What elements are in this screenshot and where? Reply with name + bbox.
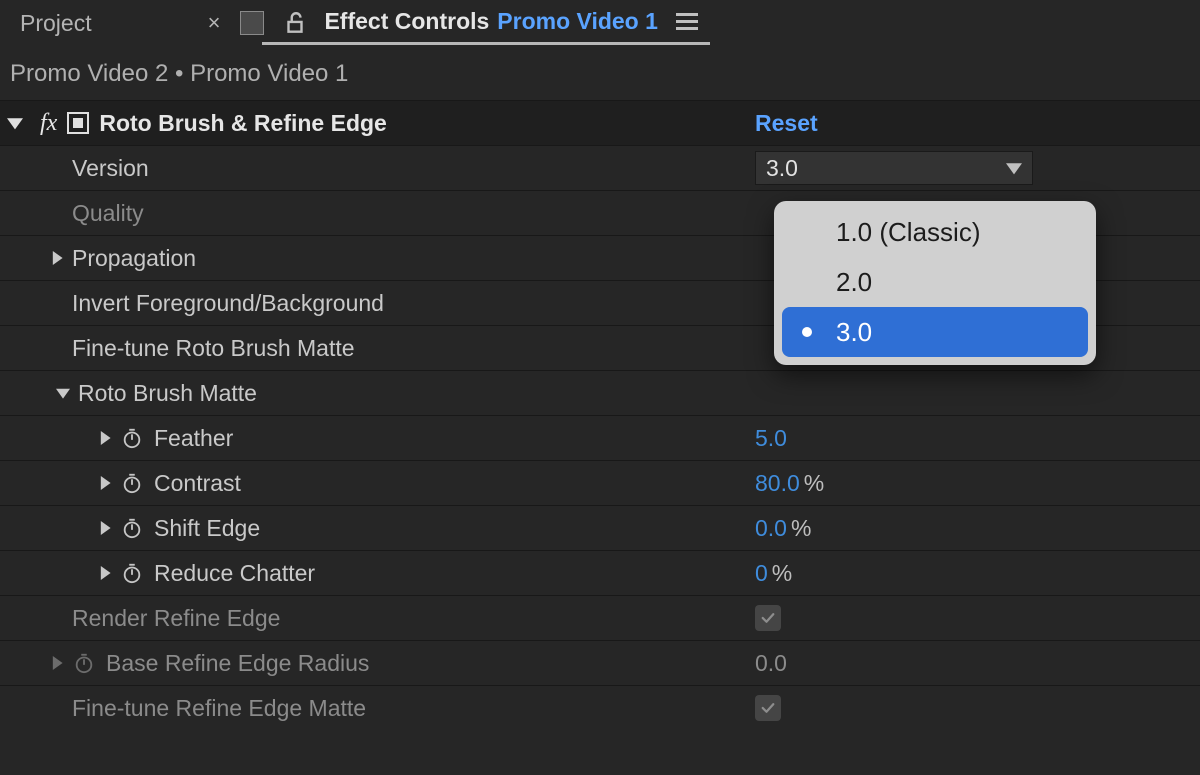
shift-edge-value[interactable]: 0.0: [755, 515, 787, 542]
effect-collapse-toggle[interactable]: [6, 114, 24, 132]
breadcrumb-parent[interactable]: Promo Video 2: [10, 60, 168, 87]
contrast-unit: %: [804, 470, 824, 497]
effect-header-row: fx Roto Brush & Refine Edge Reset: [0, 100, 1200, 145]
property-label-roto-brush-matte: Roto Brush Matte: [78, 380, 257, 407]
stopwatch-icon[interactable]: [120, 471, 144, 495]
property-row-feather: Feather 5.0: [0, 415, 1200, 460]
render-refine-edge-checkbox[interactable]: [755, 605, 781, 631]
base-refine-edge-radius-value[interactable]: 0.0: [755, 650, 787, 677]
property-row-version: Version 3.0: [0, 145, 1200, 190]
reduce-chatter-toggle[interactable]: [96, 564, 114, 582]
contrast-toggle[interactable]: [96, 474, 114, 492]
close-icon[interactable]: ×: [208, 12, 221, 34]
property-row-shift-edge: Shift Edge 0.0%: [0, 505, 1200, 550]
property-label-reduce-chatter: Reduce Chatter: [154, 560, 315, 587]
property-row-render-refine-edge: Render Refine Edge: [0, 595, 1200, 640]
reduce-chatter-unit: %: [772, 560, 792, 587]
property-row-reduce-chatter: Reduce Chatter 0%: [0, 550, 1200, 595]
property-label-fine-tune-roto: Fine-tune Roto Brush Matte: [72, 335, 355, 362]
fx-badge[interactable]: fx: [40, 110, 57, 137]
property-label-version: Version: [72, 155, 149, 182]
property-row-base-refine-edge-radius: Base Refine Edge Radius 0.0: [0, 640, 1200, 685]
propagation-toggle[interactable]: [48, 249, 66, 267]
roto-brush-matte-toggle[interactable]: [54, 384, 72, 402]
breadcrumb: Promo Video 2 • Promo Video 1: [0, 46, 1200, 100]
tab-effect-controls-label: Effect Controls: [324, 8, 489, 35]
stopwatch-icon[interactable]: [120, 516, 144, 540]
version-dropdown-value: 3.0: [766, 155, 798, 182]
tab-effect-controls-comp: Promo Video 1: [497, 8, 658, 35]
reduce-chatter-value[interactable]: 0: [755, 560, 768, 587]
stopwatch-icon[interactable]: [72, 651, 96, 675]
property-row-fine-tune-refine-edge-matte: Fine-tune Refine Edge Matte: [0, 685, 1200, 730]
property-label-feather: Feather: [154, 425, 233, 452]
lock-icon[interactable]: [282, 10, 308, 36]
fine-tune-refine-edge-matte-checkbox[interactable]: [755, 695, 781, 721]
effect-title: Roto Brush & Refine Edge: [99, 110, 387, 137]
version-dropdown-popup: 1.0 (Classic) 2.0 3.0: [774, 201, 1096, 365]
property-label-contrast: Contrast: [154, 470, 241, 497]
feather-value[interactable]: 5.0: [755, 425, 787, 452]
stopwatch-icon[interactable]: [120, 561, 144, 585]
contrast-value[interactable]: 80.0: [755, 470, 800, 497]
property-label-quality: Quality: [72, 200, 144, 227]
shift-edge-toggle[interactable]: [96, 519, 114, 537]
tab-effect-controls[interactable]: Effect Controls Promo Video 1: [324, 8, 697, 39]
breadcrumb-current[interactable]: Promo Video 1: [190, 60, 348, 87]
property-label-invert-fg-bg: Invert Foreground/Background: [72, 290, 384, 317]
tab-project[interactable]: Project: [14, 6, 98, 41]
property-label-propagation: Propagation: [72, 245, 196, 272]
property-row-roto-brush-matte: Roto Brush Matte: [0, 370, 1200, 415]
property-label-render-refine-edge: Render Refine Edge: [72, 605, 280, 632]
property-label-base-refine-edge-radius: Base Refine Edge Radius: [106, 650, 369, 677]
panel-menu-icon[interactable]: [676, 13, 698, 30]
feather-toggle[interactable]: [96, 429, 114, 447]
shift-edge-unit: %: [791, 515, 811, 542]
reset-button[interactable]: Reset: [755, 110, 818, 137]
property-row-contrast: Contrast 80.0%: [0, 460, 1200, 505]
breadcrumb-separator: •: [168, 60, 190, 87]
chevron-down-icon: [1006, 155, 1022, 182]
version-option-1[interactable]: 1.0 (Classic): [782, 207, 1088, 257]
property-label-fine-tune-refine-edge-matte: Fine-tune Refine Edge Matte: [72, 695, 366, 722]
composition-swatch[interactable]: [240, 11, 264, 35]
property-label-shift-edge: Shift Edge: [154, 515, 260, 542]
version-option-2[interactable]: 2.0: [782, 257, 1088, 307]
version-dropdown[interactable]: 3.0: [755, 151, 1033, 185]
stopwatch-icon[interactable]: [120, 426, 144, 450]
version-option-3[interactable]: 3.0: [782, 307, 1088, 357]
compositing-options-icon[interactable]: [67, 112, 89, 134]
base-refine-edge-radius-toggle[interactable]: [48, 654, 66, 672]
